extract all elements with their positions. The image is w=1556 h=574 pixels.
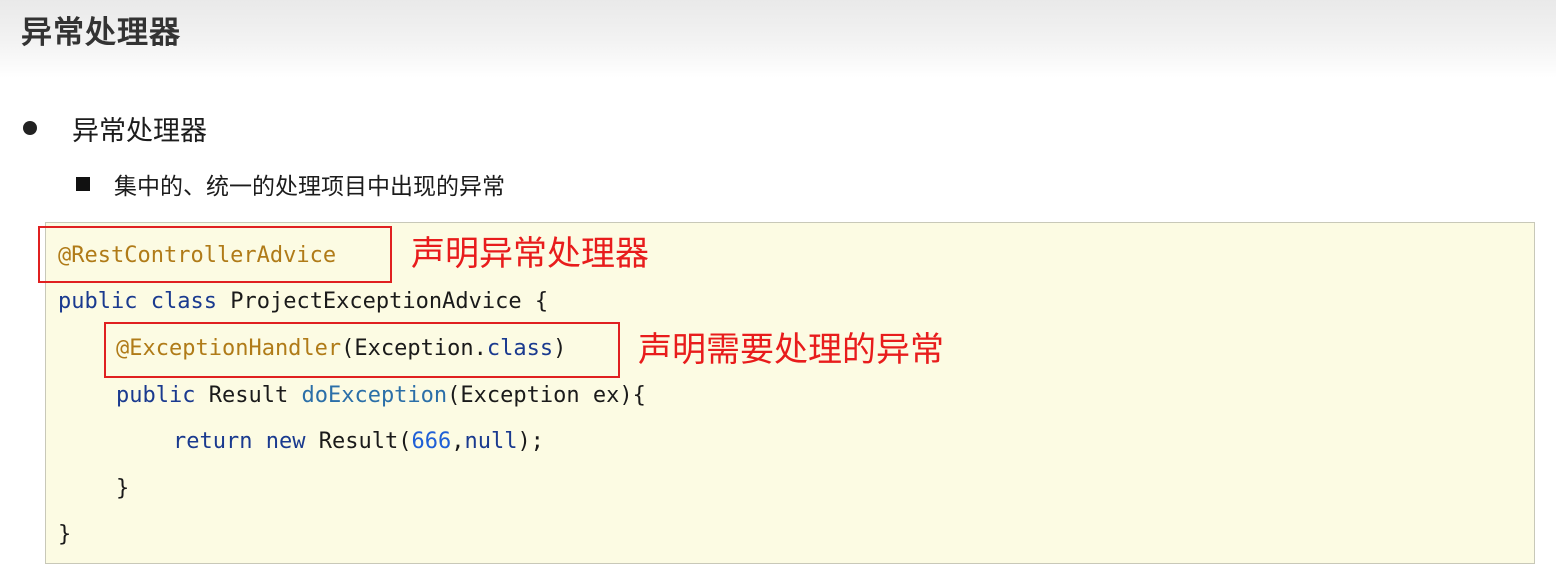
code-line-5: return new Result(666,null);: [173, 427, 544, 457]
constructor-call: Result(: [318, 429, 412, 454]
keyword-return: return: [173, 429, 253, 454]
callout-handler: 声明需要处理的异常: [638, 330, 944, 370]
comma: ,: [451, 429, 465, 454]
method-close-brace: }: [116, 476, 130, 501]
bullet-text: 异常处理器: [72, 115, 207, 147]
square-bullet-icon: [76, 177, 90, 191]
code-line-4: public Result doException(Exception ex){: [116, 381, 646, 411]
class-close-brace: }: [58, 522, 72, 547]
bullet-item: 异常处理器: [20, 108, 207, 148]
bullet-dot-icon: [23, 121, 37, 135]
sub-bullet-item: 集中的、统一的处理项目中出现的异常: [74, 167, 505, 201]
code-line-7: }: [58, 520, 71, 550]
method-params: (Exception ex){: [447, 383, 646, 408]
page-header: 异常处理器: [0, 0, 1556, 78]
keyword-new: new: [265, 429, 306, 454]
class-declaration: ProjectExceptionAdvice {: [230, 289, 549, 314]
statement-end: );: [517, 429, 544, 454]
highlight-box-handler: [104, 322, 620, 378]
keyword-public-method: public: [116, 383, 196, 408]
sub-bullet-text: 集中的、统一的处理项目中出现的异常: [114, 174, 505, 200]
callout-advice: 声明异常处理器: [411, 234, 649, 274]
keyword-null: null: [464, 429, 518, 454]
number-literal: 666: [411, 429, 452, 454]
return-type: Result: [208, 383, 289, 408]
keyword-class: class: [150, 289, 217, 314]
keyword-public: public: [58, 289, 138, 314]
highlight-box-advice: [38, 226, 392, 283]
method-name: doException: [301, 383, 448, 408]
code-line-6: }: [116, 474, 129, 504]
code-line-2: public class ProjectExceptionAdvice {: [58, 287, 548, 317]
page-title: 异常处理器: [21, 15, 181, 51]
